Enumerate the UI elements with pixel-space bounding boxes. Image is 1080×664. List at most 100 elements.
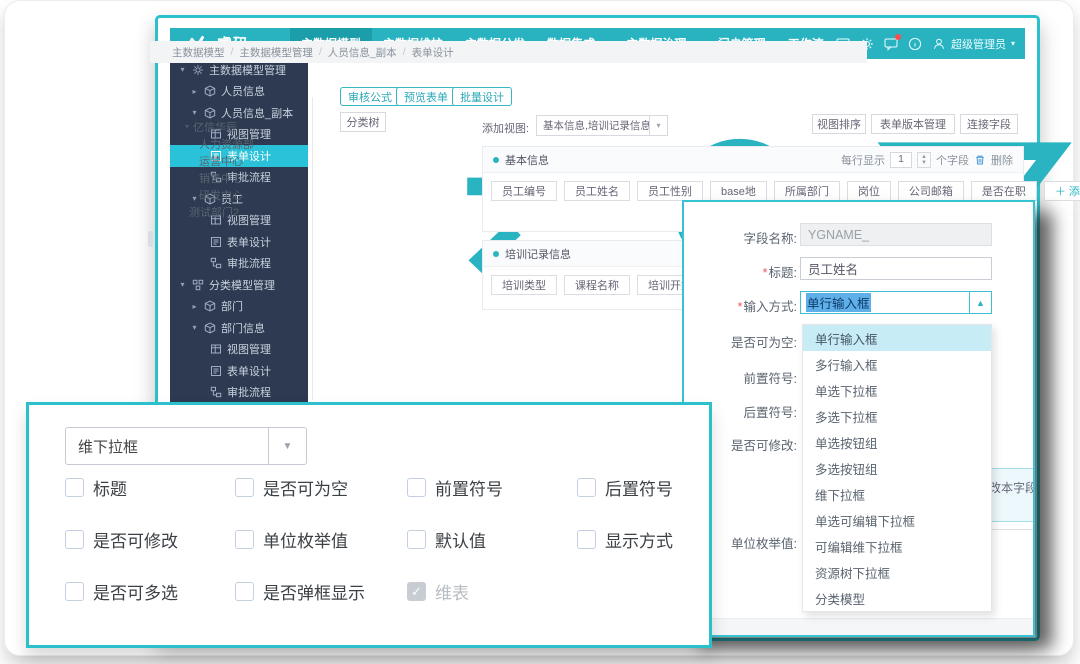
section-title: 培训记录信息 — [505, 246, 571, 262]
sidebar-item-approval-flow[interactable]: 审批流程 — [170, 253, 308, 275]
trash-icon[interactable] — [974, 154, 986, 166]
checkbox-box — [235, 582, 254, 601]
dropdown-option-editable-single-select[interactable]: 单选可编辑下拉框 — [803, 507, 991, 533]
dropdown-option-radio-group[interactable]: 单选按钮组 — [803, 429, 991, 455]
panel-divider — [312, 97, 313, 400]
sidebar-item-person-info[interactable]: ▸人员信息 — [170, 81, 308, 103]
add-view-select[interactable]: 基本信息,培训记录信息 ▾ — [536, 115, 668, 136]
breadcrumb-item[interactable]: 主数据模型 — [172, 45, 225, 60]
input-mode-combobox[interactable]: 单行输入框 ▲ — [800, 291, 992, 314]
sidebar-item-view-mgmt[interactable]: 视图管理 — [170, 339, 308, 361]
view-sort-button[interactable]: 视图排序 — [812, 114, 866, 134]
dropdown-option-multi-select[interactable]: 多选下拉框 — [803, 403, 991, 429]
sidebar-item-form-design[interactable]: 表单设计 — [170, 360, 308, 382]
section-title: 基本信息 — [505, 152, 549, 168]
field-chip[interactable]: 所属部门 — [774, 181, 840, 201]
tab-classification-tree[interactable]: 分类树 — [340, 112, 386, 132]
checkbox-modifiable[interactable]: 是否可修改 — [65, 527, 178, 552]
required-asterisk: * — [763, 266, 768, 280]
checkbox-box — [65, 582, 84, 601]
checkbox-unit-enum[interactable]: 单位枚举值 — [235, 527, 348, 552]
field-properties-dialog: 字段名称: YGNAME_ *标题: 员工姓名 *输入方式: 单行输入框 ▲ 是… — [682, 200, 1035, 637]
checkbox-popup-display[interactable]: 是否弹框显示 — [235, 579, 365, 604]
checkbox-title[interactable]: 标题 — [65, 475, 127, 500]
breadcrumb-item[interactable]: 主数据模型管理 — [239, 45, 313, 60]
form-icon — [210, 236, 222, 248]
cube-icon — [204, 85, 216, 97]
field-chip[interactable]: 岗位 — [847, 181, 891, 201]
caret-right-icon: ▸ — [190, 87, 199, 96]
tree-node-rd[interactable]: 研发中心 — [185, 186, 305, 203]
sidebar-item-approval-flow[interactable]: 审批流程 — [170, 382, 308, 404]
checkbox-default-value[interactable]: 默认值 — [407, 527, 486, 552]
plus-icon: ＋ — [1055, 183, 1066, 199]
field-chip[interactable]: 员工性别 — [637, 181, 703, 201]
form-version-mgmt-button[interactable]: 表单版本管理 — [871, 114, 955, 134]
flow-icon — [210, 257, 222, 269]
caret-down-icon: ▾ — [190, 108, 199, 117]
rows-per-line-input[interactable]: 1 — [890, 152, 912, 168]
user-menu[interactable]: 超级管理员 ▾ — [932, 36, 1015, 52]
bullet-icon — [493, 157, 499, 163]
sidebar-item-category-model-mgmt[interactable]: ▾分类模型管理 — [170, 274, 308, 296]
batch-design-button[interactable]: 批量设计 — [452, 87, 512, 106]
flow-icon — [210, 386, 222, 398]
tree-node-root[interactable]: ▾亿信华辰 — [185, 118, 305, 135]
field-chip[interactable]: base地 — [710, 181, 767, 201]
tree-node-sales[interactable]: 销售中心 — [185, 169, 305, 186]
dropdown-option-editable-dim-select[interactable]: 可编辑维下拉框 — [803, 533, 991, 559]
checkbox-box — [65, 478, 84, 497]
sidebar-item-form-design[interactable]: 表单设计 — [170, 231, 308, 253]
add-view-label: 添加视图: — [482, 120, 529, 136]
input-mode-label: *输入方式: — [687, 296, 797, 315]
cube-icon — [204, 107, 216, 119]
dropdown-option-multi-line[interactable]: 多行输入框 — [803, 351, 991, 377]
tree-node-operations[interactable]: 运营中心 — [185, 152, 305, 169]
link-field-button[interactable]: 连接字段 — [960, 114, 1018, 134]
delete-label[interactable]: 删除 — [991, 152, 1013, 168]
dropdown-option-dim-select[interactable]: 维下拉框 — [803, 481, 991, 507]
checkbox-suffix[interactable]: 后置符号 — [577, 475, 673, 500]
chevron-down-icon: ▾ — [649, 116, 667, 135]
add-field-button[interactable]: ＋添加 — [1044, 181, 1080, 201]
stepper-control[interactable]: ▲▼ — [917, 152, 931, 168]
preview-form-button[interactable]: 预览表单 — [396, 87, 456, 106]
checkbox-prefix[interactable]: 前置符号 — [407, 475, 503, 500]
sidebar-item-department[interactable]: ▸部门 — [170, 296, 308, 318]
field-chip[interactable]: 公司邮箱 — [898, 181, 964, 201]
checkbox-nullable[interactable]: 是否可为空 — [235, 475, 348, 500]
dropdown-option-single-line[interactable]: 单行输入框 — [803, 325, 991, 351]
form-icon — [210, 365, 222, 377]
dropdown-option-resource-tree-select[interactable]: 资源树下拉框 — [803, 559, 991, 585]
fields-suffix-label: 个字段 — [936, 152, 969, 168]
checkbox-display-mode[interactable]: 显示方式 — [577, 527, 673, 552]
checkbox-multi-select[interactable]: 是否可多选 — [65, 579, 178, 604]
nullable-label: 是否可为空: — [687, 332, 797, 351]
title-input[interactable]: 员工姓名 — [800, 257, 992, 280]
dropdown-option-category-model[interactable]: 分类模型 — [803, 585, 991, 611]
caret-up-icon[interactable]: ▲ — [969, 292, 991, 313]
caret-right-icon: ▸ — [190, 302, 199, 311]
check-formula-button[interactable]: 审核公式 — [340, 87, 400, 106]
info-icon[interactable] — [908, 37, 922, 51]
user-caret-icon: ▾ — [1011, 39, 1015, 48]
input-type-select[interactable]: 维下拉框 ▼ — [65, 427, 307, 465]
message-icon[interactable] — [884, 37, 898, 51]
field-chip[interactable]: 员工姓名 — [564, 181, 630, 201]
sidebar-collapse-handle[interactable] — [148, 231, 153, 247]
dialog-footer — [684, 618, 1033, 635]
field-chip[interactable]: 课程名称 — [564, 275, 630, 295]
bullet-icon — [493, 251, 499, 257]
sidebar-item-department-info[interactable]: ▾部门信息 — [170, 317, 308, 339]
tree-node-hr[interactable]: 人力资源部 — [185, 135, 305, 152]
dropdown-option-single-select[interactable]: 单选下拉框 — [803, 377, 991, 403]
breadcrumb-item[interactable]: 人员信息_副本 — [328, 45, 397, 60]
tree-node-test-dept[interactable]: 测试部门2 — [185, 203, 305, 220]
field-chip[interactable]: 培训类型 — [491, 275, 557, 295]
user-name: 超级管理员 — [951, 36, 1006, 52]
field-chip[interactable]: 员工编号 — [491, 181, 557, 201]
dropdown-option-checkbox-group[interactable]: 多选按钮组 — [803, 455, 991, 481]
classification-tree: ▾亿信华辰 人力资源部 运营中心 销售中心 研发中心 测试部门2 — [185, 118, 305, 220]
field-chip[interactable]: 是否在职 — [971, 181, 1037, 201]
gear-icon — [192, 64, 204, 76]
